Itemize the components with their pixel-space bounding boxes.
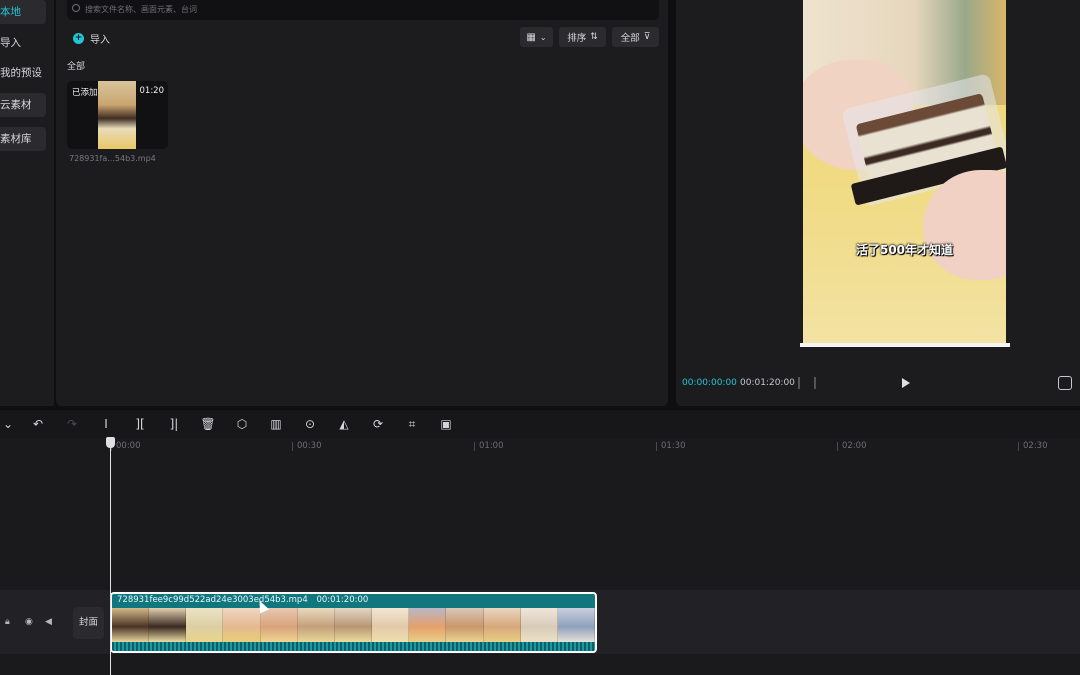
lock-icon[interactable]: 🔒︎ [5,617,10,627]
filter-label: 全部 [620,33,640,44]
sort-button[interactable]: 排序 ⇅ [559,27,606,47]
clip-frame [149,608,187,642]
nav-item-presets[interactable]: 我的预设 [0,61,46,85]
media-filename: 728931fa...54b3.mp4 [69,154,156,163]
tick-label: 02:00 [842,441,867,451]
play-icon[interactable] [902,378,910,388]
search-icon [72,4,80,12]
freeze-icon[interactable]: ▥ [268,416,284,432]
chevron-down-icon: ⌄ [539,32,547,42]
mirror-icon[interactable]: ◭ [336,416,352,432]
volume-icon[interactable]: ◀ [45,617,52,627]
video-preview[interactable]: 活了500年才知道 [803,0,1006,346]
clip-frame [334,608,373,642]
nav-item-local[interactable]: 本地 [0,0,46,24]
timeline: 00:00 00:30 01:00 01:30 02:00 02:30 🔒︎ ◉… [0,438,1080,675]
nav-item-import[interactable]: 导入 [0,31,46,55]
media-card[interactable]: 已添加 01:20 [67,81,168,149]
tick-line [474,442,475,451]
grid-view-icon: ▦ [526,31,536,43]
clip-frame [372,608,410,642]
timeline-toolbar: ⌄ ↶ ↷ I ][ ]| 🗑 ⬡ ▥ ⊙ ◭ ⟳ ⌗ ▣ [0,410,1080,438]
clip-frame [223,608,261,642]
tick-line [656,442,657,451]
editor-window: 本地 导入 我的预设 云素材 素材库 搜索文件名称、画面元素、台词 + 导入 ▦… [0,0,1080,675]
clip-frame [483,608,521,642]
tick-label: 01:30 [661,441,686,451]
time-ruler[interactable]: 00:00 00:30 01:00 01:30 02:00 02:30 [68,438,1080,454]
dropdown-icon[interactable]: ⌄ [0,416,16,432]
view-mode-button[interactable]: ▦ ⌄ [520,27,553,47]
plus-icon: + [73,32,84,44]
search-input[interactable]: 搜索文件名称、画面元素、台词 [67,0,659,20]
tick-label: 00:30 [297,441,322,451]
filter-button[interactable]: 全部 ⊽ [612,27,659,47]
media-thumbnail [98,81,136,149]
clip-title: 728931fee9c99d522ad24e3003ed54b3.mp4 00:… [117,595,368,605]
import-button[interactable]: + 导入 [73,29,110,47]
cover-button[interactable]: 封面 [73,607,104,639]
mark-icon[interactable]: ⬡ [234,416,250,432]
clip-frame [520,608,558,642]
clip-frame [186,608,224,642]
crop-icon[interactable]: ⌗ [404,416,420,432]
split-right-icon[interactable]: ]| [166,416,182,432]
added-badge: 已添加 [72,88,98,98]
frame-grid-icon[interactable] [798,377,816,389]
preview-panel: 活了500年才知道 00:00:00:00 00:01:20:00 [676,0,1080,406]
video-subtitle: 活了500年才知道 [855,243,954,257]
current-timecode: 00:00:00:00 [682,378,737,388]
tick-line [292,442,293,451]
clip-frame [557,608,595,642]
eye-icon[interactable]: ◉ [25,617,33,627]
preview-baseline [800,343,1010,347]
tick-line [837,442,838,451]
tick-label: 02:30 [1023,441,1048,451]
video-clip[interactable]: 728931fee9c99d522ad24e3003ed54b3.mp4 00:… [110,592,597,653]
delete-icon[interactable]: 🗑 [200,416,216,432]
category-label: 全部 [67,62,86,72]
import-label: 导入 [90,34,110,46]
playhead-handle[interactable] [106,437,115,448]
split-icon[interactable]: I [98,416,114,432]
filter-icon: ⊽ [643,32,651,42]
clip-frame [297,608,335,642]
redo-icon: ↷ [66,417,78,431]
duration-label: 01:20 [139,86,165,96]
clip-frame [112,608,150,642]
clip-frame [446,608,484,642]
nav-item-library[interactable]: 素材库 [0,127,46,151]
split-left-icon[interactable]: ][ [132,416,148,432]
clip-frame [260,608,298,642]
total-timecode: 00:01:20:00 [740,378,795,388]
tick-label: 01:00 [479,441,504,451]
clip-filename: 728931fee9c99d522ad24e3003ed54b3.mp4 [117,595,308,605]
clip-duration: 00:01:20:00 [316,595,369,605]
rotate-icon[interactable]: ⟳ [370,416,386,432]
sort-icon: ⇅ [590,32,598,42]
tick-line [1018,442,1019,451]
left-nav: 本地 导入 我的预设 云素材 素材库 [0,0,54,406]
media-panel: 搜索文件名称、画面元素、台词 + 导入 ▦ ⌄ 排序 ⇅ 全部 ⊽ 全部 已添加… [56,0,668,406]
smart-frame-icon[interactable]: ▣ [438,416,454,432]
audio-waveform [112,642,595,651]
playhead[interactable] [110,437,111,675]
clip-frame [409,608,447,642]
tick-label: 00:00 [116,441,141,451]
search-placeholder: 搜索文件名称、画面元素、台词 [85,5,197,14]
undo-icon[interactable]: ↶ [30,416,46,432]
clip-filmstrip [112,608,595,642]
nav-item-cloud[interactable]: 云素材 [0,93,46,117]
reverse-icon[interactable]: ⊙ [302,416,318,432]
sort-label: 排序 [567,33,587,44]
fullscreen-icon[interactable] [1058,376,1072,390]
